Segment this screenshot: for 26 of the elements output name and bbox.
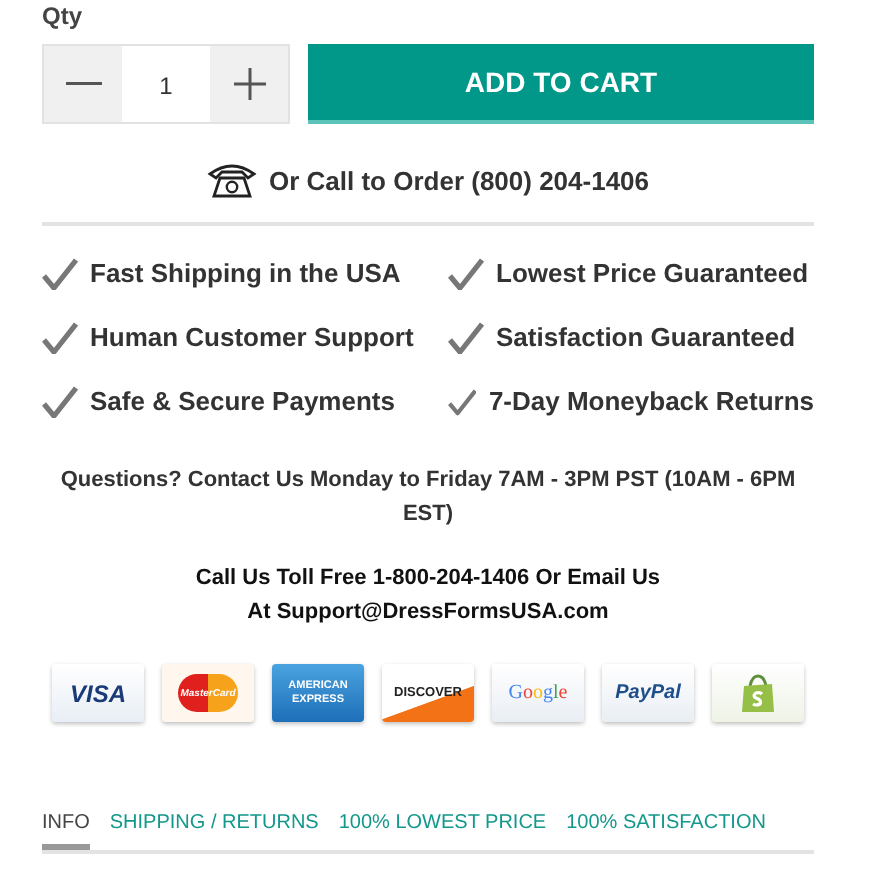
phone-order-text: Or Call to Order (800) 204-1406 xyxy=(268,165,650,195)
feature-text: 7-Day Moneyback Returns xyxy=(488,386,814,416)
feature-text: Satisfaction Guaranteed xyxy=(496,322,796,352)
add-to-cart-button[interactable]: ADD TO CART xyxy=(308,44,814,124)
feature-text: Fast Shipping in the USA xyxy=(90,258,401,288)
google-logo: Google xyxy=(492,664,584,722)
checkmark-icon xyxy=(448,321,484,353)
paypal-logo: PayPal xyxy=(602,664,694,722)
tab[interactable]: 100% LOWEST PRICE xyxy=(338,802,547,850)
tab[interactable]: INFO xyxy=(42,802,90,850)
qty-label: Qty xyxy=(42,2,85,30)
checkmark-icon xyxy=(42,385,78,417)
checkmark-icon xyxy=(448,385,477,417)
visa-logo: VISA xyxy=(52,664,144,722)
checkmark-icon xyxy=(42,321,78,353)
feature-text: Safe & Secure Payments xyxy=(90,386,395,416)
contact-info-text: Call Us Toll Free 1-800-204-1406 Or Email Us At Support@DressFormsUSA.com xyxy=(193,564,663,628)
telephone-icon xyxy=(206,162,259,198)
tab[interactable]: 100% SATISFACTION xyxy=(566,802,766,850)
tab[interactable]: SHIPPING / RETURNS xyxy=(109,802,319,850)
contact-hours-text: Questions? Contact Us Monday to Friday 7AM - 3PM PST (10AM - 6PM EST) xyxy=(58,466,798,530)
feature-text: Lowest Price Guaranteed xyxy=(496,258,809,288)
checkmark-icon xyxy=(448,257,484,289)
checkmark-icon xyxy=(42,257,78,289)
shopping-bag-logo xyxy=(712,664,804,722)
feature-text: Human Customer Support xyxy=(90,322,414,352)
